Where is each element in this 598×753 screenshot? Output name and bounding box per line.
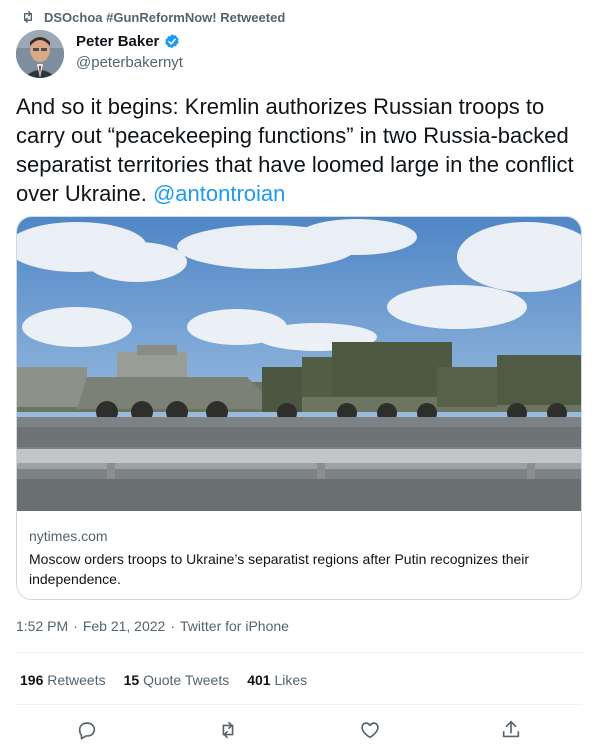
retweet-icon [23, 11, 32, 23]
retweets-count: 196 [20, 672, 44, 688]
retweet-icon[interactable] [217, 719, 239, 741]
card-domain: nytimes.com [29, 528, 108, 544]
meta-separator: · [73, 618, 78, 634]
card-headline: Moscow orders troops to Ukraine’s separa… [29, 551, 530, 587]
heart-icon[interactable] [359, 719, 381, 741]
author-name-text: Peter Baker [76, 33, 160, 50]
quote-tweets-label: Quote Tweets [143, 672, 230, 688]
retweet-banner[interactable]: DSOchoa #GunReformNow! Retweeted [20, 8, 285, 26]
tweet-body: And so it begins: Kremlin authorizes Rus… [16, 94, 574, 206]
retweets-stat[interactable]: 196 Retweets [20, 672, 106, 688]
divider [16, 652, 582, 653]
tweet-stats: 196 Retweets 15 Quote Tweets 401 Likes [20, 672, 307, 688]
card-image [17, 217, 581, 511]
quote-tweets-count: 15 [123, 672, 140, 688]
reply-icon[interactable] [76, 719, 98, 741]
likes-stat[interactable]: 401 Likes [247, 672, 307, 688]
author-name[interactable]: Peter Baker [76, 32, 183, 52]
retweets-label: Retweets [47, 672, 106, 688]
verified-badge-icon [165, 34, 180, 49]
tweet-metadata: 1:52 PM · Feb 21, 2022 · Twitter for iPh… [16, 618, 289, 634]
likes-label: Likes [274, 672, 308, 688]
link-card[interactable]: nytimes.com Moscow orders troops to Ukra… [16, 216, 582, 600]
likes-count: 401 [247, 672, 271, 688]
divider [16, 704, 582, 705]
avatar[interactable] [16, 30, 64, 78]
tweet-source[interactable]: Twitter for iPhone [180, 618, 289, 634]
quote-tweets-stat[interactable]: 15 Quote Tweets [124, 672, 230, 688]
meta-separator: · [170, 618, 175, 634]
tweet-actions [16, 708, 582, 752]
tweet-date[interactable]: Feb 21, 2022 [83, 618, 166, 634]
share-icon[interactable] [500, 719, 522, 741]
mention-link[interactable]: @antontroian [153, 181, 285, 206]
tweet-author: Peter Baker @peterbakernyt [16, 30, 183, 78]
tweet-text: And so it begins: Kremlin authorizes Rus… [16, 92, 582, 208]
author-handle[interactable]: @peterbakernyt [76, 53, 183, 73]
tweet-time[interactable]: 1:52 PM [16, 618, 68, 634]
retweet-banner-text: DSOchoa #GunReformNow! Retweeted [44, 9, 286, 25]
